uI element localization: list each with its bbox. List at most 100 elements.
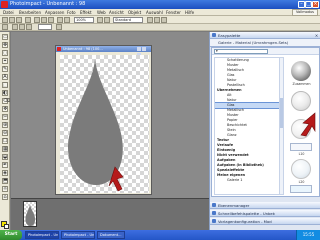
mode-select[interactable]: Standard [113, 17, 143, 23]
layer-thumbnail[interactable] [23, 201, 37, 227]
options-extra-icon[interactable] [56, 24, 62, 30]
tree-scrollbar[interactable] [279, 58, 283, 194]
document-minimize-button[interactable] [137, 47, 141, 51]
zoom-field[interactable]: 100% [74, 17, 94, 23]
save-icon[interactable] [16, 17, 22, 23]
start-button[interactable]: Start [0, 230, 22, 240]
zoom-in-icon[interactable] [97, 17, 103, 23]
menu-foto[interactable]: Foto [67, 10, 76, 15]
minimize-button[interactable]: – [298, 1, 305, 8]
zoom-out-icon[interactable] [104, 17, 110, 23]
gray-drop-shape [67, 59, 123, 185]
system-tray-clock: 15:55 [296, 230, 320, 240]
new-file-icon[interactable] [2, 17, 8, 23]
paint-tool-icon[interactable]: ✎ [2, 66, 8, 72]
panel-close-icon[interactable]: × [314, 33, 319, 38]
undo-icon[interactable] [57, 17, 63, 23]
menu-fenster[interactable]: Fenster [166, 10, 181, 15]
layer-manager-header[interactable]: Ebenenmanager [210, 202, 320, 209]
gradient-tool-icon[interactable]: ◒ [2, 154, 8, 160]
preview-sphere-4[interactable] [291, 159, 311, 179]
window-titlebar: Photoimpact - Unbenannt : 98 – □ × [0, 0, 320, 9]
close-button[interactable]: × [312, 1, 319, 8]
grid-icon[interactable] [154, 17, 160, 23]
pattern-tool-icon[interactable]: ▦ [2, 146, 8, 152]
menu-objekt[interactable]: Objekt [128, 10, 141, 15]
template-config-icon [212, 219, 216, 223]
taskbar-item[interactable]: Photoimpact - Unbe... [61, 231, 95, 239]
tree-scrollbar-thumb[interactable] [280, 98, 283, 128]
cut-icon[interactable] [34, 17, 40, 23]
shape-tool-icon[interactable]: ☐ [2, 138, 8, 144]
print-icon[interactable] [25, 17, 31, 23]
galerie-select-label[interactable]: Galerie - Material (Umrahmgen-Sets) [218, 40, 288, 45]
document-maximize-button[interactable] [142, 47, 146, 51]
preview-label: Zusammen [292, 82, 311, 86]
menu-effekt[interactable]: Effekt [80, 10, 92, 15]
preview-label: L20 [298, 180, 305, 184]
copy-icon[interactable] [41, 17, 47, 23]
menu-hilfe[interactable]: Hilfe [185, 10, 194, 15]
stamp-tool-icon[interactable]: ❖ [2, 106, 8, 112]
vollmodus-button[interactable]: Vollmodus [292, 9, 318, 16]
document-icon [57, 47, 61, 51]
selection-tool-icon[interactable]: ⬚ [2, 82, 8, 88]
background-color-swatch[interactable] [4, 224, 9, 229]
document-titlebar[interactable]: Unbenannt : 98 (100... [56, 46, 151, 57]
preview-thumb-l30[interactable] [290, 185, 312, 193]
bucket-tool-icon[interactable]: ⬒ [2, 178, 8, 184]
options-mode2-icon[interactable] [19, 24, 25, 30]
options-mode3-icon[interactable] [26, 24, 32, 30]
attribute-toolbar [0, 24, 320, 31]
maximize-button[interactable]: □ [305, 1, 312, 8]
gallery-dropdown[interactable]: ▾ [214, 49, 268, 54]
crop-tool-icon[interactable]: ⌖ [2, 58, 8, 64]
zoom-in-tool-icon[interactable]: ⊕ [2, 122, 8, 128]
windows-taskbar: Start Photoimpact - Unbe... Photoimpact … [0, 230, 320, 240]
lasso-tool-icon[interactable]: ◌ [2, 50, 8, 56]
preview-sphere-1[interactable] [291, 61, 311, 81]
quick-command-header[interactable]: Schnellbefehlspalette - Unbek [210, 210, 320, 217]
drop-shape-graphic [67, 59, 124, 192]
pick-tool-icon[interactable]: ▭ [2, 34, 8, 40]
photoimpact-app-icon[interactable] [1, 1, 8, 8]
menu-auswahl[interactable]: Auswahl [146, 10, 163, 15]
redo-icon[interactable] [64, 17, 70, 23]
layer-manager-title: Ebenenmanager [218, 203, 250, 208]
preview-column: Zusammen L10 L20 [285, 57, 318, 195]
menu-datei[interactable]: Datei [3, 10, 14, 15]
help-icon[interactable] [161, 17, 167, 23]
light-tool-icon[interactable]: ☼ [2, 186, 8, 192]
home-tool-icon[interactable]: ⌂ [2, 194, 8, 200]
options-value-field[interactable] [38, 24, 52, 30]
object-tool-icon[interactable]: ◈ [2, 170, 8, 176]
template-config-header[interactable]: Vorlagenkonfiguration - Mod [210, 218, 320, 225]
move-tool-icon[interactable]: ✥ [2, 42, 8, 48]
quick-command-title: Schnellbefehlspalette - Unbek [218, 211, 275, 216]
taskbar-item[interactable]: Dokument... [97, 231, 125, 239]
easypalette-body: ▾ Schattierung Muster Metallisch Glas Na… [211, 47, 320, 197]
gallery-tree: Schattierung Muster Metallisch Glas Natu… [214, 57, 284, 195]
image-canvas[interactable] [60, 55, 149, 193]
cut-tool-icon[interactable]: ✂ [2, 114, 8, 120]
path-tool-icon[interactable]: ✒ [2, 162, 8, 168]
menu-anpassen[interactable]: Anpassen [45, 10, 64, 15]
menu-bearbeiten[interactable]: Bearbeiten [19, 10, 41, 15]
tool-option-icon[interactable] [147, 17, 153, 23]
open-file-icon[interactable] [9, 17, 15, 23]
tool-panel: ▭ ✥ ◌ ⌖ ✎ A ⬚ ◐ ⌫ ❖ ✂ ⊕ ⊖ ☐ ▦ ◒ ✒ ◈ ⬒ ☼ … [0, 32, 10, 230]
menu-web[interactable]: Web [97, 10, 106, 15]
options-mode-icon[interactable] [12, 24, 18, 30]
fill-tool-icon[interactable]: ◐ [2, 90, 8, 96]
menubar: Datei Bearbeiten Anpassen Foto Effekt We… [0, 9, 320, 16]
tree-item[interactable]: Galerie 1 [215, 178, 283, 183]
easypalette-header[interactable]: Easypalette × [210, 32, 320, 39]
menu-ansicht[interactable]: Ansicht [109, 10, 124, 15]
text-tool-icon[interactable]: A [2, 74, 8, 80]
eraser-tool-icon[interactable]: ⌫ [2, 98, 10, 104]
taskbar-item[interactable]: Photoimpact - Unbe... [25, 231, 59, 239]
paste-icon[interactable] [48, 17, 54, 23]
zoom-out-tool-icon[interactable]: ⊖ [2, 130, 8, 136]
document-title: Unbenannt : 98 (100... [63, 47, 103, 51]
options-tool-icon[interactable] [2, 24, 8, 30]
